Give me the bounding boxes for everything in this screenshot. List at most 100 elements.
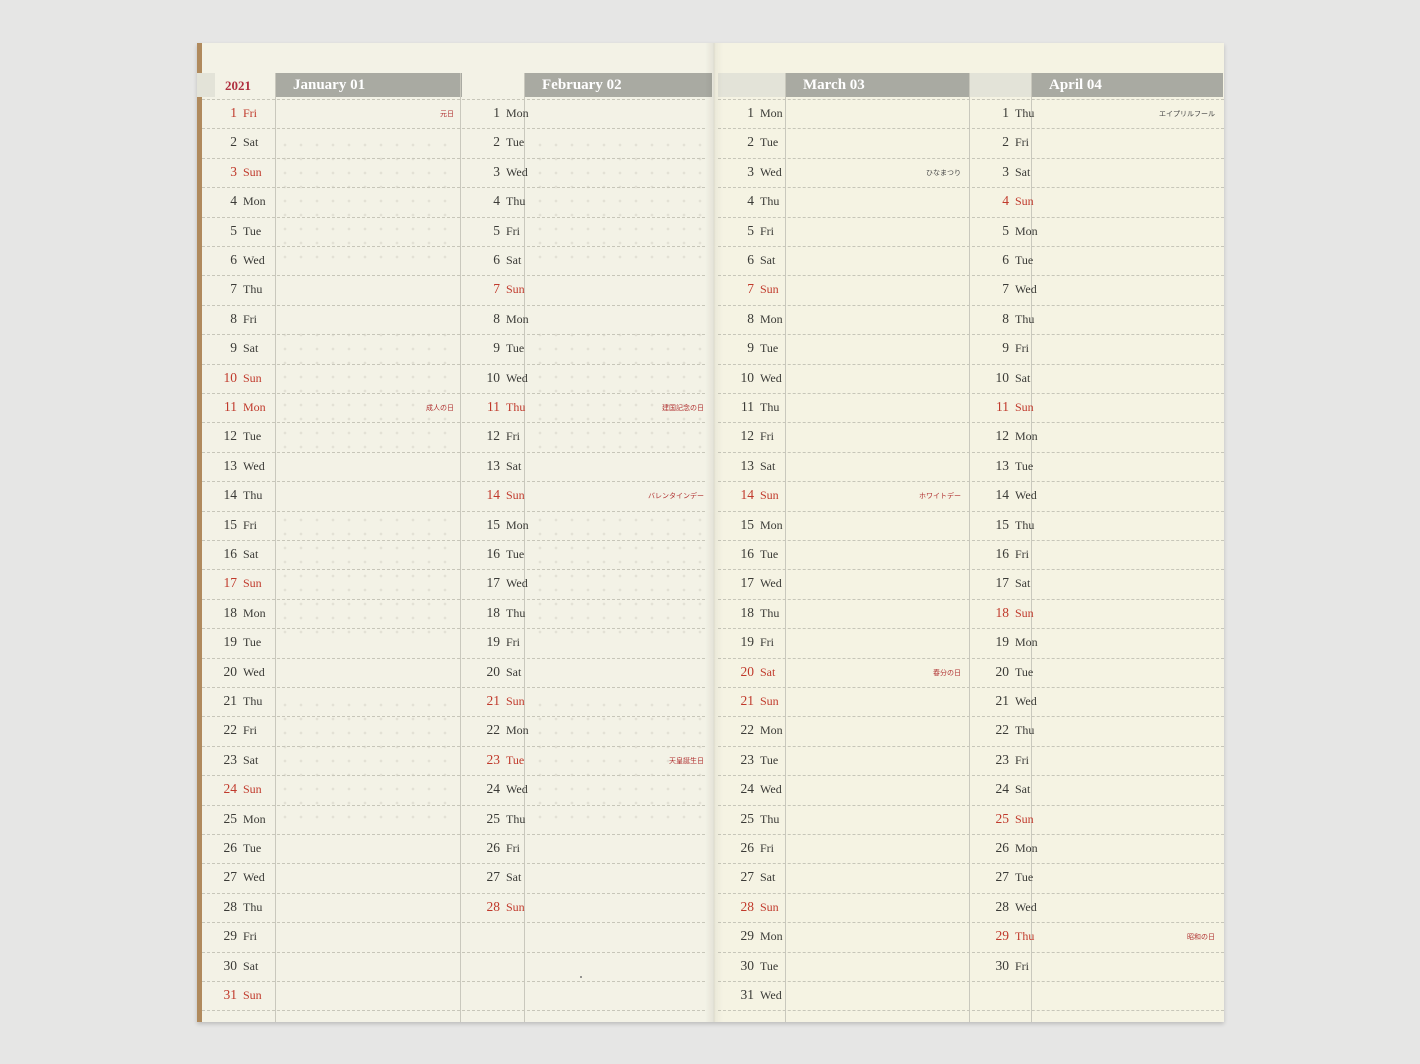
day-row[interactable]: 17 Sat bbox=[969, 569, 1223, 598]
day-row[interactable]: 10 Sat bbox=[969, 364, 1223, 393]
day-row[interactable]: 13 Sat bbox=[460, 452, 712, 481]
day-row[interactable]: 13 Tue bbox=[969, 452, 1223, 481]
day-row[interactable]: 25 Thu bbox=[714, 805, 969, 834]
day-row[interactable]: 14 Sun ホワイトデー bbox=[714, 481, 969, 510]
day-row[interactable]: 23 Sat bbox=[197, 746, 462, 775]
day-row[interactable]: 3 Sat bbox=[969, 158, 1223, 187]
day-row[interactable]: 2 Tue bbox=[714, 128, 969, 157]
day-row[interactable]: 11 Thu 建国記念の日 bbox=[460, 393, 712, 422]
day-row[interactable]: 2 Tue bbox=[460, 128, 712, 157]
day-row[interactable]: 7 Thu bbox=[197, 275, 462, 304]
day-row[interactable]: 26 Fri bbox=[460, 834, 712, 863]
day-row[interactable]: 13 Sat bbox=[714, 452, 969, 481]
day-row[interactable]: 29 Mon bbox=[714, 922, 969, 951]
day-row[interactable]: 11 Mon 成人の日 bbox=[197, 393, 462, 422]
day-row[interactable]: 17 Wed bbox=[460, 569, 712, 598]
day-row[interactable]: 4 Mon bbox=[197, 187, 462, 216]
day-row[interactable]: 22 Fri bbox=[197, 716, 462, 745]
day-row[interactable]: 15 Fri bbox=[197, 511, 462, 540]
day-row[interactable]: 15 Thu bbox=[969, 511, 1223, 540]
day-row[interactable]: 24 Wed bbox=[714, 775, 969, 804]
day-row[interactable]: 3 Wed bbox=[460, 158, 712, 187]
day-row[interactable]: 20 Tue bbox=[969, 658, 1223, 687]
day-row[interactable]: 30 Fri bbox=[969, 952, 1223, 981]
day-row[interactable]: 27 Sat bbox=[460, 863, 712, 892]
day-row[interactable]: 22 Mon bbox=[714, 716, 969, 745]
day-row[interactable]: 6 Sat bbox=[460, 246, 712, 275]
day-row[interactable]: 4 Thu bbox=[460, 187, 712, 216]
day-row[interactable]: 30 Sat bbox=[197, 952, 462, 981]
day-row[interactable]: 11 Thu bbox=[714, 393, 969, 422]
day-row[interactable]: 20 Sat 春分の日 bbox=[714, 658, 969, 687]
day-row[interactable]: 1 Mon bbox=[714, 99, 969, 128]
day-row[interactable]: 2 Sat bbox=[197, 128, 462, 157]
day-row[interactable]: 21 Sun bbox=[714, 687, 969, 716]
day-row[interactable]: 4 Thu bbox=[714, 187, 969, 216]
day-row[interactable]: 20 Wed bbox=[197, 658, 462, 687]
day-row[interactable]: 16 Tue bbox=[714, 540, 969, 569]
day-row[interactable]: 17 Wed bbox=[714, 569, 969, 598]
day-row[interactable]: 14 Thu bbox=[197, 481, 462, 510]
day-row[interactable]: 9 Tue bbox=[714, 334, 969, 363]
day-row[interactable]: 19 Tue bbox=[197, 628, 462, 657]
day-row[interactable]: 18 Mon bbox=[197, 599, 462, 628]
day-row[interactable]: 10 Wed bbox=[460, 364, 712, 393]
day-row[interactable]: 16 Fri bbox=[969, 540, 1223, 569]
day-row[interactable]: 27 Sat bbox=[714, 863, 969, 892]
day-row[interactable]: 28 Thu bbox=[197, 893, 462, 922]
day-row[interactable]: 21 Thu bbox=[197, 687, 462, 716]
day-row[interactable]: 28 Wed bbox=[969, 893, 1223, 922]
day-row[interactable]: 12 Fri bbox=[714, 422, 969, 451]
day-row[interactable]: 21 Sun bbox=[460, 687, 712, 716]
day-row[interactable]: 18 Sun bbox=[969, 599, 1223, 628]
day-row[interactable]: 8 Thu bbox=[969, 305, 1223, 334]
day-row[interactable]: 21 Wed bbox=[969, 687, 1223, 716]
day-row[interactable]: 24 Sat bbox=[969, 775, 1223, 804]
day-row[interactable]: 24 Sun bbox=[197, 775, 462, 804]
day-row[interactable]: 18 Thu bbox=[714, 599, 969, 628]
day-row[interactable]: 13 Wed bbox=[197, 452, 462, 481]
day-row[interactable]: 15 Mon bbox=[460, 511, 712, 540]
day-row[interactable]: 8 Mon bbox=[714, 305, 969, 334]
day-row[interactable]: 23 Tue 天皇誕生日 bbox=[460, 746, 712, 775]
day-row[interactable]: 12 Fri bbox=[460, 422, 712, 451]
day-row[interactable]: 1 Fri 元日 bbox=[197, 99, 462, 128]
day-row[interactable]: 5 Tue bbox=[197, 217, 462, 246]
day-row[interactable]: 2 Fri bbox=[969, 128, 1223, 157]
day-row[interactable]: 30 Tue bbox=[714, 952, 969, 981]
day-row[interactable]: 24 Wed bbox=[460, 775, 712, 804]
day-row[interactable]: 12 Mon bbox=[969, 422, 1223, 451]
day-row[interactable]: 12 Tue bbox=[197, 422, 462, 451]
day-row[interactable]: 26 Tue bbox=[197, 834, 462, 863]
day-row[interactable]: 10 Sun bbox=[197, 364, 462, 393]
day-row[interactable]: 18 Thu bbox=[460, 599, 712, 628]
day-row[interactable]: 3 Sun bbox=[197, 158, 462, 187]
day-row[interactable]: 28 Sun bbox=[460, 893, 712, 922]
day-row[interactable]: 5 Fri bbox=[714, 217, 969, 246]
day-row[interactable]: 29 Fri bbox=[197, 922, 462, 951]
day-row[interactable]: 9 Tue bbox=[460, 334, 712, 363]
day-row[interactable]: 27 Wed bbox=[197, 863, 462, 892]
day-row[interactable]: 7 Sun bbox=[460, 275, 712, 304]
day-row[interactable]: 19 Fri bbox=[460, 628, 712, 657]
day-row[interactable]: 16 Sat bbox=[197, 540, 462, 569]
day-row[interactable]: 11 Sun bbox=[969, 393, 1223, 422]
day-row[interactable]: 14 Sun バレンタインデー bbox=[460, 481, 712, 510]
day-row[interactable]: 7 Sun bbox=[714, 275, 969, 304]
day-row[interactable]: 25 Thu bbox=[460, 805, 712, 834]
day-row[interactable]: 9 Sat bbox=[197, 334, 462, 363]
day-row[interactable]: 9 Fri bbox=[969, 334, 1223, 363]
day-row[interactable]: 3 Wed ひなまつり bbox=[714, 158, 969, 187]
day-row[interactable]: 28 Sun bbox=[714, 893, 969, 922]
day-row[interactable]: 31 Wed bbox=[714, 981, 969, 1010]
day-row[interactable]: 26 Mon bbox=[969, 834, 1223, 863]
day-row[interactable]: 8 Fri bbox=[197, 305, 462, 334]
day-row[interactable]: 5 Mon bbox=[969, 217, 1223, 246]
day-row[interactable]: 6 Sat bbox=[714, 246, 969, 275]
day-row[interactable]: 4 Sun bbox=[969, 187, 1223, 216]
day-row[interactable]: 16 Tue bbox=[460, 540, 712, 569]
day-row[interactable]: 26 Fri bbox=[714, 834, 969, 863]
day-row[interactable]: 25 Mon bbox=[197, 805, 462, 834]
day-row[interactable]: 1 Thu エイプリルフール bbox=[969, 99, 1223, 128]
day-row[interactable]: 20 Sat bbox=[460, 658, 712, 687]
